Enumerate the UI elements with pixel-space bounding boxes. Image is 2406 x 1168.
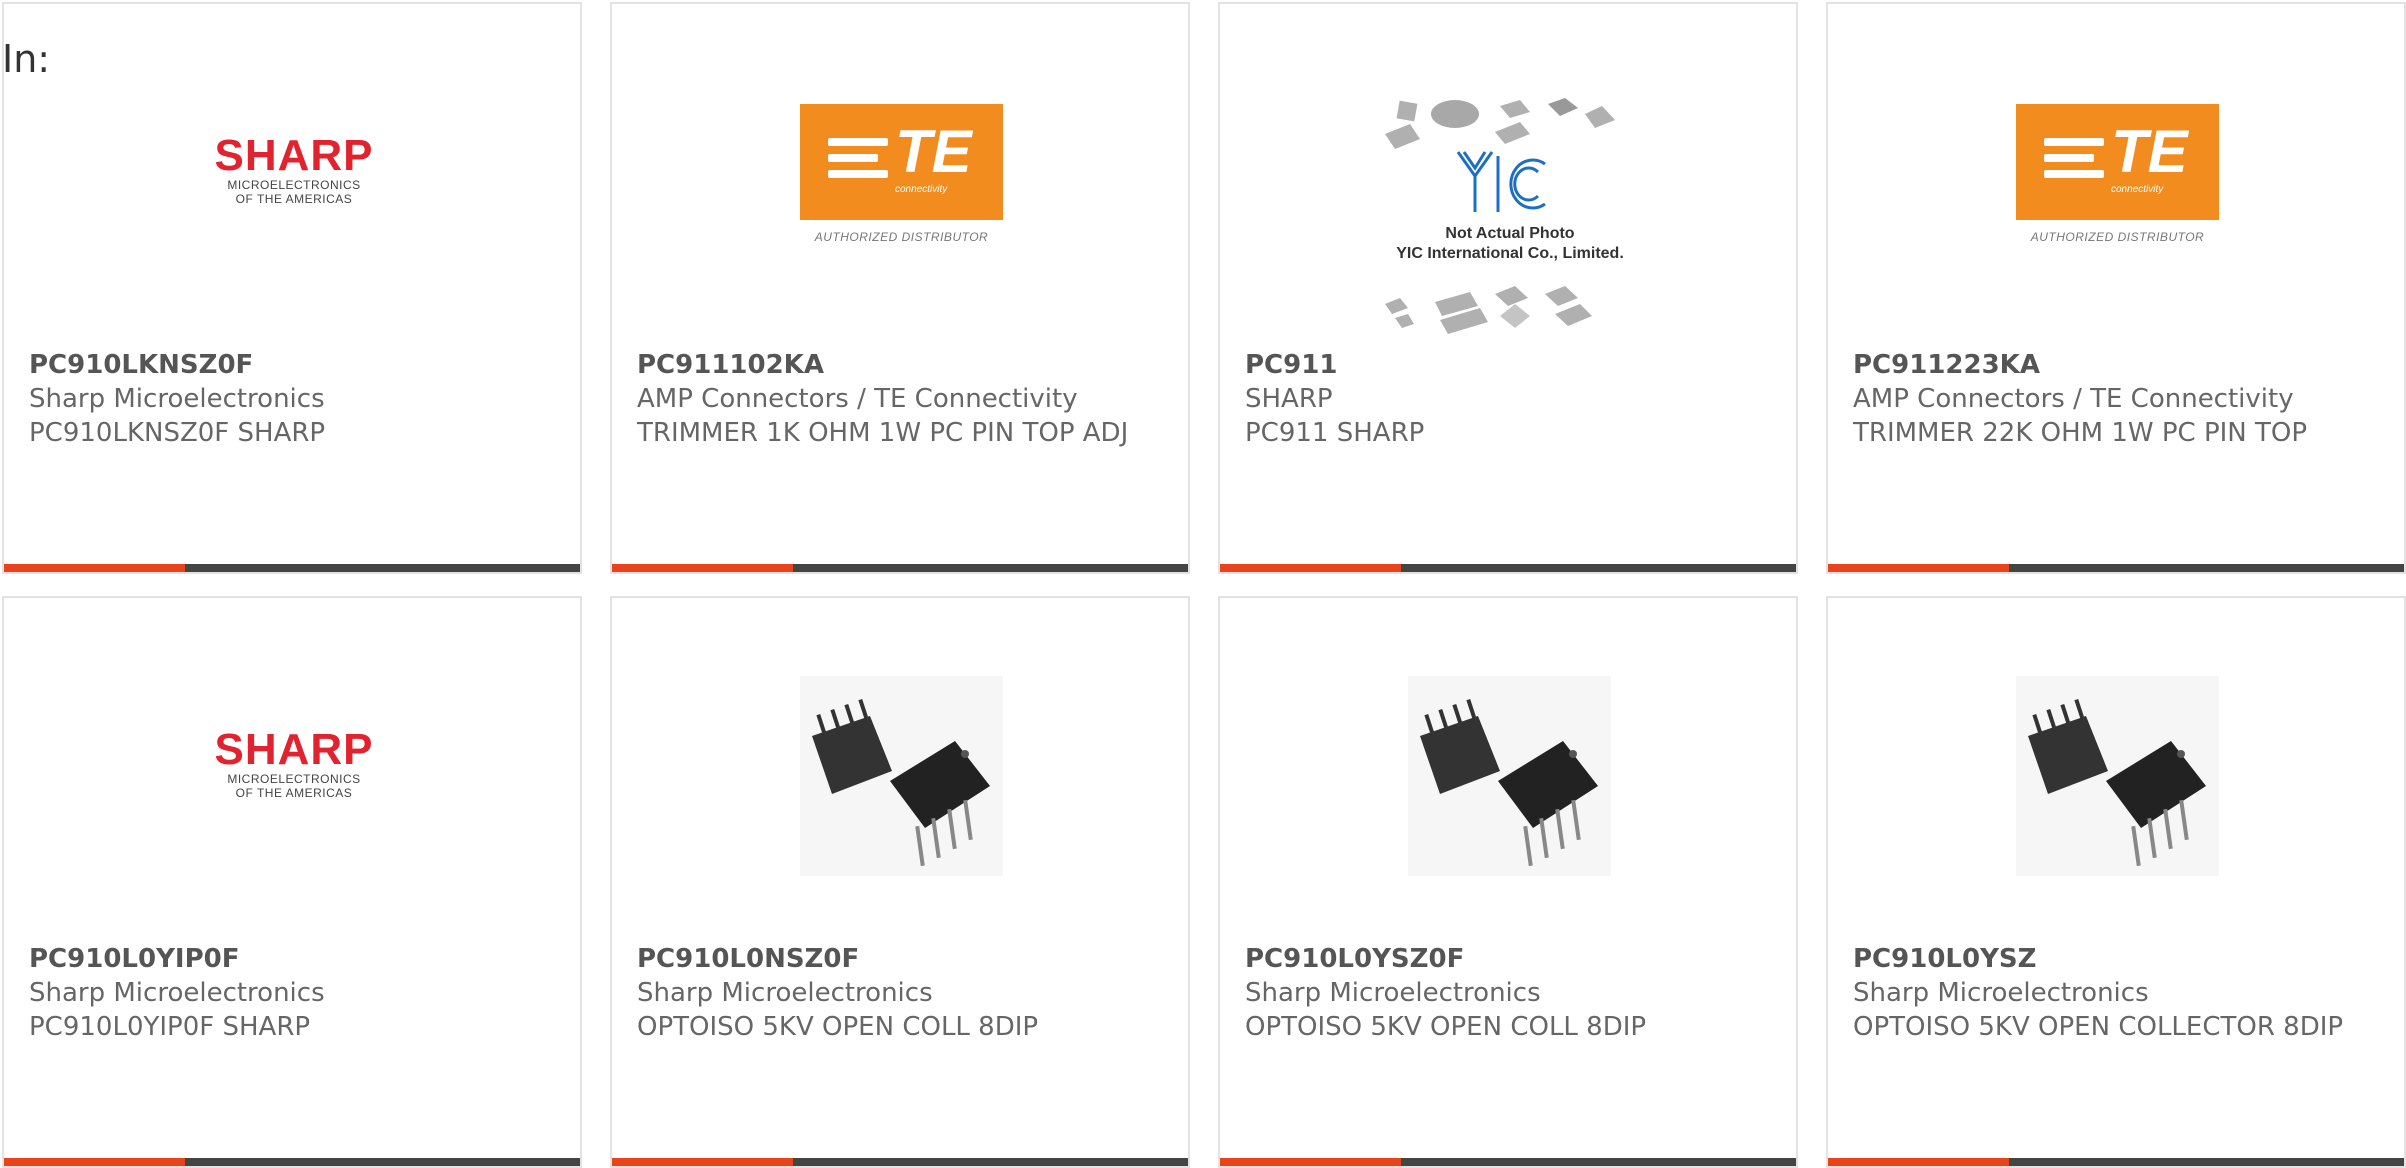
description: OPTOISO 5KV OPEN COLL 8DIP [637, 1012, 1039, 1042]
product-image[interactable]: SHARP MICROELECTRONICS OF THE AMERICAS [4, 598, 580, 938]
card-footer-bar [612, 1158, 1188, 1166]
product-card[interactable]: PC910L0YSZ Sharp Microelectronics OPTOIS… [1826, 596, 2406, 1168]
product-card[interactable]: SHARP MICROELECTRONICS OF THE AMERICAS P… [2, 596, 582, 1168]
description: PC911 SHARP [1245, 418, 1425, 448]
part-number[interactable]: PC911102KA [637, 348, 1157, 382]
part-number[interactable]: PC910L0YSZ0F [1245, 942, 1765, 976]
manufacturer: Sharp Microelectronics [637, 978, 933, 1008]
product-card[interactable]: TE connectivity AUTHORIZED DISTRIBUTOR P… [1826, 2, 2406, 574]
manufacturer: AMP Connectors / TE Connectivity [637, 384, 1078, 414]
description: OPTOISO 5KV OPEN COLL 8DIP [1245, 1012, 1647, 1042]
card-footer-bar [1828, 564, 2404, 572]
te-logo: TE connectivity AUTHORIZED DISTRIBUTOR [800, 104, 1003, 244]
dip-chip-image [1408, 676, 1611, 876]
product-card[interactable]: TE connectivity AUTHORIZED DISTRIBUTOR P… [610, 2, 1190, 574]
product-image[interactable] [612, 598, 1188, 938]
card-footer-bar [4, 1158, 580, 1166]
yic-placeholder-image: Not Actual Photo YIC International Co., … [1380, 94, 1640, 334]
product-grid: SHARP MICROELECTRONICS OF THE AMERICAS P… [0, 0, 2406, 1168]
manufacturer: Sharp Microelectronics [1853, 978, 2149, 1008]
dip-chip-image [800, 676, 1003, 876]
part-number[interactable]: PC910L0YIP0F [29, 942, 549, 976]
part-number[interactable]: PC910L0NSZ0F [637, 942, 1157, 976]
sharp-logo: SHARP MICROELECTRONICS OF THE AMERICAS [214, 725, 374, 801]
product-image[interactable] [1220, 598, 1796, 938]
filter-label: In: [2, 37, 51, 81]
product-card[interactable]: PC910L0YSZ0F Sharp Microelectronics OPTO… [1218, 596, 1798, 1168]
product-image[interactable]: Not Actual Photo YIC International Co., … [1220, 4, 1796, 344]
part-number[interactable]: PC910LKNSZ0F [29, 348, 549, 382]
product-card[interactable]: SHARP MICROELECTRONICS OF THE AMERICAS P… [2, 2, 582, 574]
card-footer-bar [612, 564, 1188, 572]
sharp-logo: SHARP MICROELECTRONICS OF THE AMERICAS [214, 131, 374, 207]
product-image[interactable] [1828, 598, 2404, 938]
part-number[interactable]: PC911 [1245, 348, 1765, 382]
dip-chip-image [2016, 676, 2219, 876]
manufacturer: SHARP [1245, 384, 1333, 414]
description: TRIMMER 22K OHM 1W PC PIN TOP [1853, 418, 2308, 448]
product-card[interactable]: Not Actual Photo YIC International Co., … [1218, 2, 1798, 574]
manufacturer: Sharp Microelectronics [1245, 978, 1541, 1008]
description: OPTOISO 5KV OPEN COLLECTOR 8DIP [1853, 1012, 2344, 1042]
manufacturer: Sharp Microelectronics [29, 978, 325, 1008]
product-card[interactable]: PC910L0NSZ0F Sharp Microelectronics OPTO… [610, 596, 1190, 1168]
te-logo: TE connectivity AUTHORIZED DISTRIBUTOR [2016, 104, 2219, 244]
card-footer-bar [1220, 564, 1796, 572]
description: TRIMMER 1K OHM 1W PC PIN TOP ADJ [637, 418, 1129, 448]
description: PC910LKNSZ0F SHARP [29, 418, 326, 448]
manufacturer: AMP Connectors / TE Connectivity [1853, 384, 2294, 414]
card-footer-bar [4, 564, 580, 572]
manufacturer: Sharp Microelectronics [29, 384, 325, 414]
part-number[interactable]: PC910L0YSZ [1853, 942, 2373, 976]
product-image[interactable]: TE connectivity AUTHORIZED DISTRIBUTOR [1828, 4, 2404, 344]
part-number[interactable]: PC911223KA [1853, 348, 2373, 382]
card-footer-bar [1220, 1158, 1796, 1166]
product-image[interactable]: TE connectivity AUTHORIZED DISTRIBUTOR [612, 4, 1188, 344]
card-footer-bar [1828, 1158, 2404, 1166]
description: PC910L0YIP0F SHARP [29, 1012, 311, 1042]
product-image[interactable]: SHARP MICROELECTRONICS OF THE AMERICAS [4, 4, 580, 344]
